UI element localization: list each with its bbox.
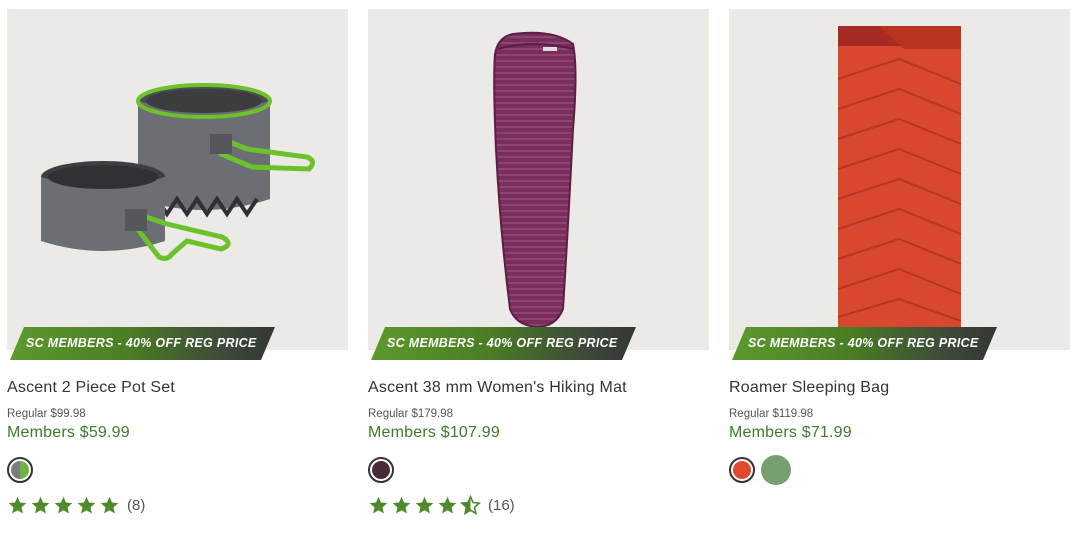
star-full-icon <box>54 496 73 514</box>
review-count[interactable]: (8) <box>127 497 145 514</box>
hiking-mat-image <box>493 31 577 329</box>
color-swatch-red[interactable] <box>729 457 755 483</box>
color-swatches <box>7 457 33 483</box>
member-price: Members $71.99 <box>729 424 852 441</box>
color-swatch-sage-green[interactable] <box>761 455 791 485</box>
product-title[interactable]: Ascent 2 Piece Pot Set <box>7 379 175 397</box>
star-rating[interactable]: (8) <box>7 495 145 516</box>
product-image[interactable]: SC MEMBERS - 40% OFF REG PRICE <box>7 9 348 350</box>
product-card[interactable]: SC MEMBERS - 40% OFF REG PRICE Ascent 2 … <box>7 9 348 539</box>
star-full-icon <box>369 496 388 514</box>
star-half-icon <box>460 495 481 516</box>
product-image[interactable]: SC MEMBERS - 40% OFF REG PRICE <box>729 9 1070 350</box>
regular-price: Regular $119.98 <box>729 408 814 420</box>
color-swatch-grey-green[interactable] <box>7 457 33 483</box>
regular-price: Regular $99.98 <box>7 408 86 420</box>
member-promo-badge: SC MEMBERS - 40% OFF REG PRICE <box>10 327 275 360</box>
member-promo-badge: SC MEMBERS - 40% OFF REG PRICE <box>371 327 636 360</box>
star-full-icon <box>31 496 50 514</box>
star-full-icon <box>415 496 434 514</box>
member-price: Members $59.99 <box>7 424 130 441</box>
pot-set-image <box>41 83 315 261</box>
product-image[interactable]: SC MEMBERS - 40% OFF REG PRICE <box>368 9 709 350</box>
product-card[interactable]: SC MEMBERS - 40% OFF REG PRICE Roamer Sl… <box>729 9 1070 539</box>
star-rating[interactable]: (16) <box>368 495 515 516</box>
color-swatch-plum[interactable] <box>368 457 394 483</box>
product-card[interactable]: SC MEMBERS - 40% OFF REG PRICE Ascent 38… <box>368 9 709 539</box>
product-title[interactable]: Roamer Sleeping Bag <box>729 379 889 397</box>
regular-price: Regular $179.98 <box>368 408 454 420</box>
color-swatches <box>368 457 394 483</box>
member-promo-badge: SC MEMBERS - 40% OFF REG PRICE <box>732 327 997 360</box>
star-full-icon <box>438 496 457 514</box>
star-full-icon <box>77 496 96 514</box>
member-price: Members $107.99 <box>368 424 500 441</box>
star-full-icon <box>392 496 411 514</box>
review-count[interactable]: (16) <box>488 497 515 514</box>
star-full-icon <box>100 496 119 514</box>
product-grid: SC MEMBERS - 40% OFF REG PRICE Ascent 2 … <box>0 0 1080 540</box>
star-full-icon <box>8 496 27 514</box>
sleeping-bag-image <box>837 26 962 328</box>
color-swatches <box>729 455 791 485</box>
product-title[interactable]: Ascent 38 mm Women's Hiking Mat <box>368 379 627 397</box>
